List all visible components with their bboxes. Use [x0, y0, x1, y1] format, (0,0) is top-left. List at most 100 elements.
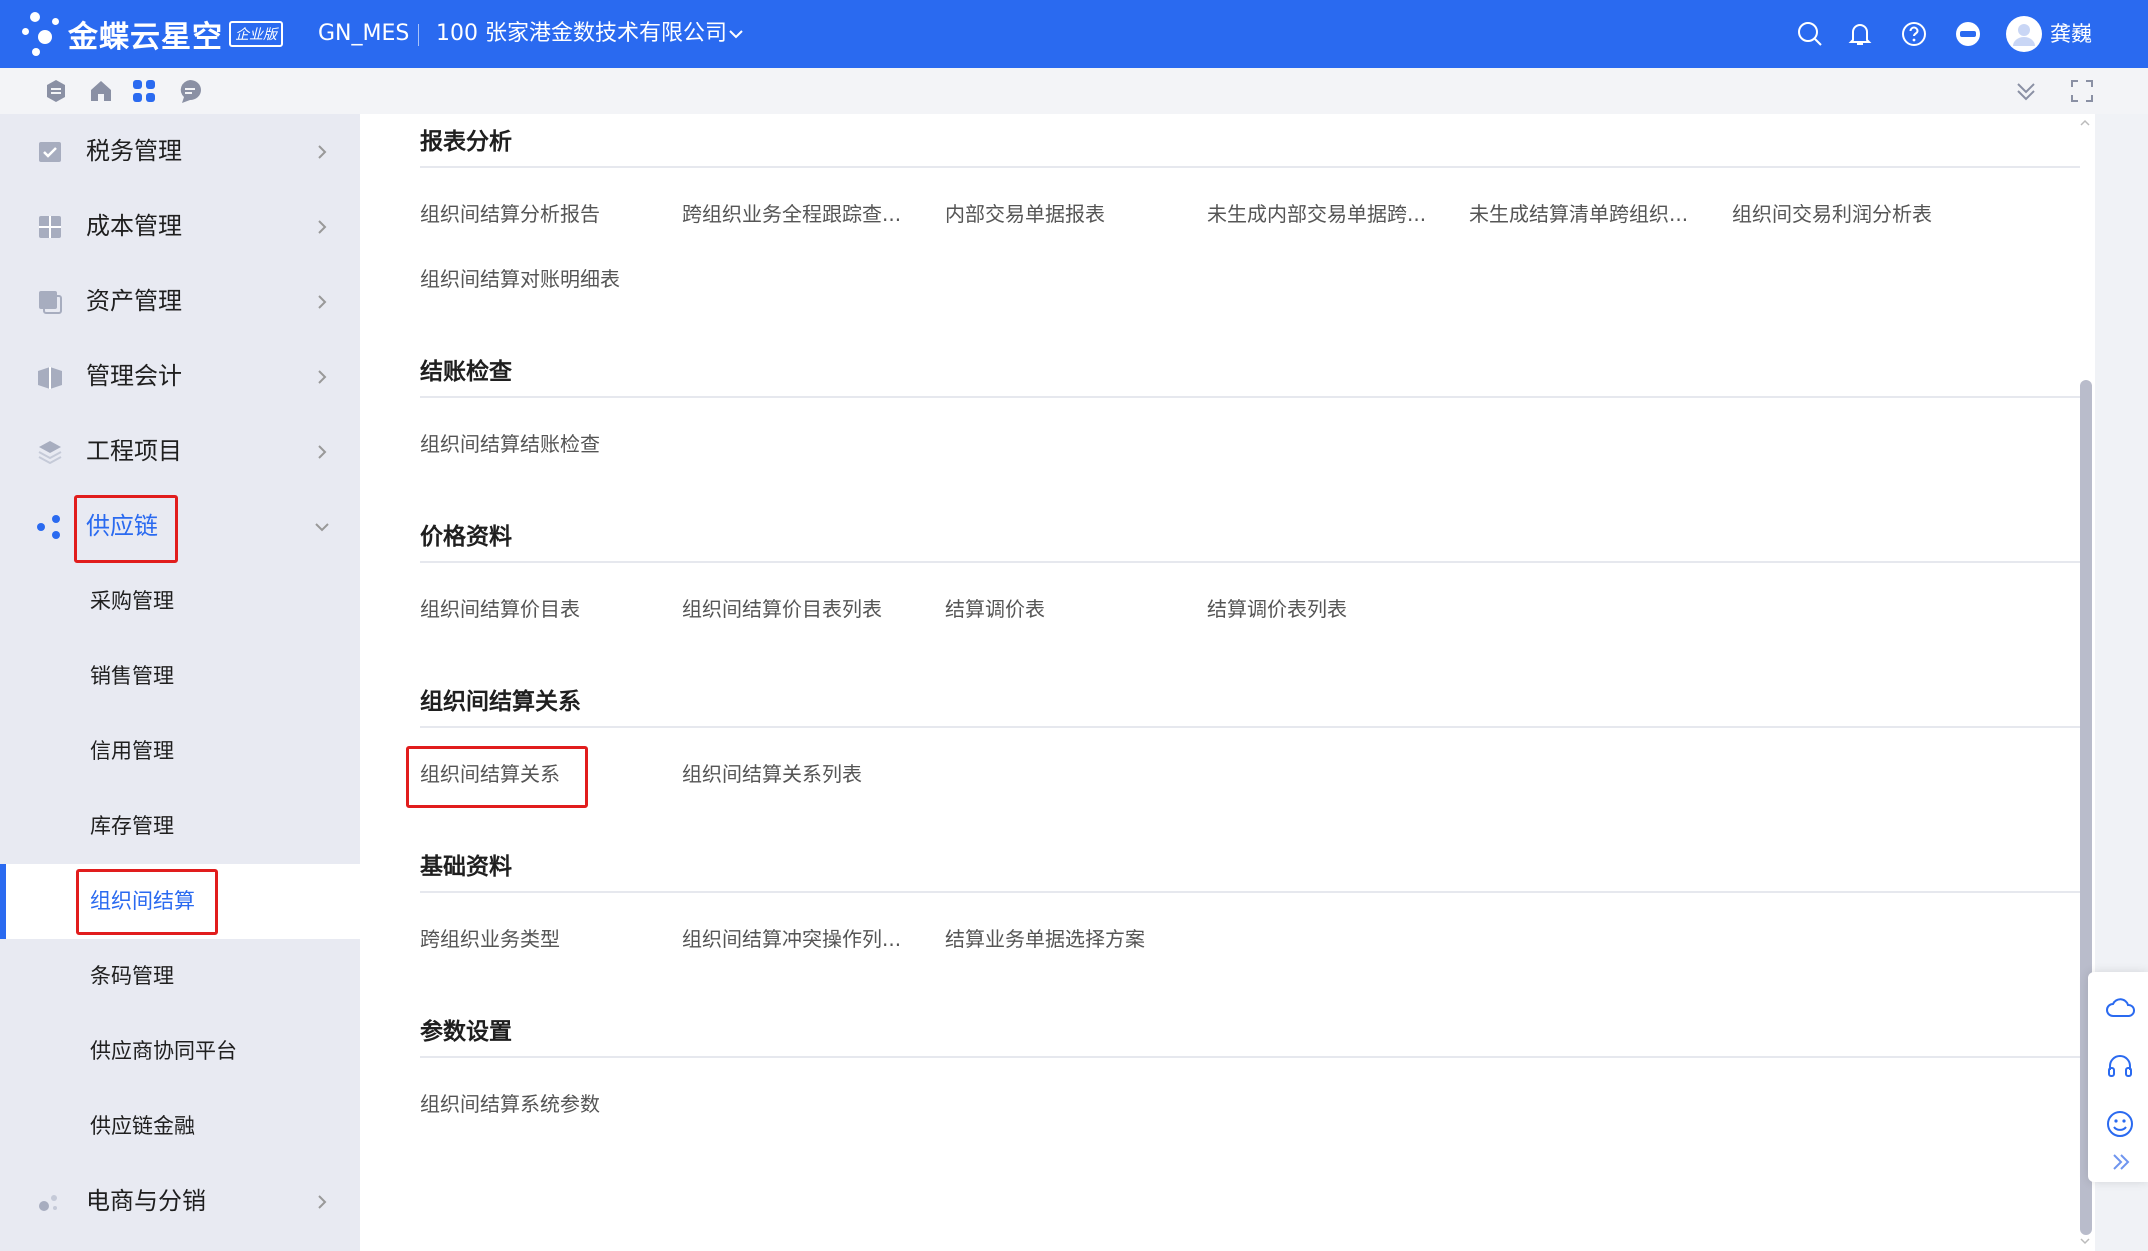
sidebar-item-label: 电商与分销: [86, 1187, 206, 1215]
section-divider: [420, 166, 2080, 168]
cost-icon: [39, 216, 61, 238]
layers-icon: [38, 441, 62, 465]
ecommerce-icon: [39, 1195, 57, 1211]
sidebar-item-ecommerce[interactable]: 电商与分销: [0, 1164, 360, 1239]
sidebar-subitem-barcode[interactable]: 条码管理: [0, 939, 360, 1014]
sidebar-item-engineering[interactable]: 工程项目: [0, 414, 360, 489]
section-title-report-analysis: 报表分析: [420, 129, 512, 155]
top-bar: 金蝶云星空 企业版 GN_MES 100 张家港金数技术有限公司 龚巍: [0, 0, 2148, 68]
sidebar-subitem-label: 供应商协同平台: [90, 1039, 237, 1063]
section-divider: [420, 726, 2080, 728]
chevron-down-icon: [315, 523, 329, 532]
sidebar-subitem-label: 条码管理: [90, 964, 174, 988]
home-icon[interactable]: [87, 77, 115, 105]
chevron-right-icon: [318, 370, 327, 384]
chevron-right-icon: [318, 220, 327, 234]
help-icon[interactable]: [1900, 20, 1928, 48]
chevron-right-icon: [318, 145, 327, 159]
breadcrumb-divider: [418, 24, 419, 46]
user-name[interactable]: 龚巍: [2050, 0, 2092, 68]
search-icon[interactable]: [1796, 20, 1824, 48]
link-ungenerated-internal-trade[interactable]: 未生成内部交易单据跨...: [1207, 198, 1426, 227]
active-indicator: [0, 864, 6, 939]
link-price-list[interactable]: 组织间结算价目表: [420, 593, 580, 622]
highlight-box-settlement-relation: [406, 746, 588, 808]
sidebar: 税务管理 成本管理 资产管理 管理会计 工程项目 供应链 采购管理 销售管理 信…: [0, 114, 360, 1251]
supply-chain-icon: [37, 515, 60, 539]
scroll-down-arrow[interactable]: [2078, 1234, 2092, 1248]
sidebar-subitem-credit[interactable]: 信用管理: [0, 714, 360, 789]
sidebar-item-label: 税务管理: [86, 137, 182, 165]
sidebar-item-management-accounting[interactable]: 管理会计: [0, 339, 360, 414]
logo-dots-icon: [20, 6, 68, 62]
chevron-right-icon: [318, 445, 327, 459]
link-document-selection-scheme[interactable]: 结算业务单据选择方案: [945, 923, 1145, 952]
section-title-price-data: 价格资料: [420, 524, 512, 550]
link-cross-org-business-type[interactable]: 跨组织业务类型: [420, 923, 560, 952]
cloud-icon[interactable]: [2104, 992, 2136, 1024]
logo-mini-icon[interactable]: [42, 77, 70, 105]
link-price-list-list[interactable]: 组织间结算价目表列表: [682, 593, 882, 622]
headset-icon[interactable]: [2104, 1050, 2136, 1082]
section-divider: [420, 396, 2080, 398]
sidebar-item-tax[interactable]: 税务管理: [0, 114, 360, 189]
sidebar-subitem-label: 销售管理: [90, 664, 174, 688]
section-divider: [420, 891, 2080, 893]
section-title-settlement-relation: 组织间结算关系: [420, 689, 581, 715]
collapse-down-icon[interactable]: [2012, 77, 2040, 105]
link-settlement-closing-check[interactable]: 组织间结算结账检查: [420, 428, 600, 457]
main-content: 报表分析 组织间结算分析报告 跨组织业务全程跟踪查... 内部交易单据报表 未生…: [360, 114, 2095, 1251]
link-price-adjustment-list[interactable]: 结算调价表列表: [1207, 593, 1347, 622]
sidebar-item-supply-chain[interactable]: 供应链: [0, 489, 360, 564]
sidebar-subitem-purchase[interactable]: 采购管理: [0, 564, 360, 639]
app-name[interactable]: GN_MES: [318, 0, 409, 68]
highlight-box-inter-org-settlement: [76, 869, 218, 935]
chat-icon[interactable]: [176, 77, 204, 105]
section-divider: [420, 561, 2080, 563]
link-system-parameters[interactable]: 组织间结算系统参数: [420, 1088, 600, 1117]
sidebar-item-asset[interactable]: 资产管理: [0, 264, 360, 339]
section-title-basic-data: 基础资料: [420, 854, 512, 880]
link-profit-analysis[interactable]: 组织间交易利润分析表: [1732, 198, 1932, 227]
sidebar-item-label: 管理会计: [86, 362, 182, 390]
sidebar-item-cost[interactable]: 成本管理: [0, 189, 360, 264]
chevron-down-icon[interactable]: [724, 22, 748, 46]
link-conflict-operation-list[interactable]: 组织间结算冲突操作列...: [682, 923, 901, 952]
sidebar-item-label: 工程项目: [86, 437, 182, 465]
sidebar-subitem-label: 信用管理: [90, 739, 174, 763]
smile-icon[interactable]: [2104, 1108, 2136, 1140]
link-internal-trade-report[interactable]: 内部交易单据报表: [945, 198, 1105, 227]
highlight-box-supply-chain: [74, 495, 178, 563]
fullscreen-icon[interactable]: [2068, 77, 2096, 105]
section-title-closing-check: 结账检查: [420, 359, 512, 385]
chevron-right-icon: [318, 1195, 327, 1209]
org-selector[interactable]: 100 张家港金数技术有限公司: [436, 0, 727, 68]
sidebar-subitem-supplier-platform[interactable]: 供应商协同平台: [0, 1014, 360, 1089]
sidebar-subitem-inventory[interactable]: 库存管理: [0, 789, 360, 864]
tax-icon: [39, 142, 61, 162]
minus-circle-icon[interactable]: [1954, 20, 1982, 48]
avatar[interactable]: [2006, 16, 2042, 52]
edition-badge: 企业版: [229, 21, 283, 47]
apps-grid-icon[interactable]: [130, 77, 158, 105]
double-chevron-icon[interactable]: [2104, 1150, 2136, 1174]
link-reconciliation-detail[interactable]: 组织间结算对账明细表: [420, 263, 620, 292]
accounting-icon: [38, 367, 62, 389]
sidebar-subitem-label: 供应链金融: [90, 1114, 195, 1138]
sidebar-subitem-sales[interactable]: 销售管理: [0, 639, 360, 714]
bell-icon[interactable]: [1846, 20, 1874, 48]
brand-name: 金蝶云星空: [68, 20, 223, 55]
section-divider: [420, 1056, 2080, 1058]
link-settlement-relation-list[interactable]: 组织间结算关系列表: [682, 758, 862, 787]
section-title-parameters: 参数设置: [420, 1019, 512, 1045]
link-settlement-analysis-report[interactable]: 组织间结算分析报告: [420, 198, 600, 227]
floating-tool-panel: [2088, 972, 2148, 1182]
secondary-toolbar: [0, 68, 2148, 114]
link-cross-org-tracking[interactable]: 跨组织业务全程跟踪查...: [682, 198, 901, 227]
link-price-adjustment[interactable]: 结算调价表: [945, 593, 1045, 622]
scroll-up-arrow[interactable]: [2078, 116, 2092, 130]
link-ungenerated-settlement-list[interactable]: 未生成结算清单跨组织...: [1469, 198, 1688, 227]
brand-logo[interactable]: 金蝶云星空 企业版: [20, 6, 283, 62]
asset-icon: [39, 291, 62, 314]
sidebar-subitem-supply-chain-finance[interactable]: 供应链金融: [0, 1089, 360, 1164]
